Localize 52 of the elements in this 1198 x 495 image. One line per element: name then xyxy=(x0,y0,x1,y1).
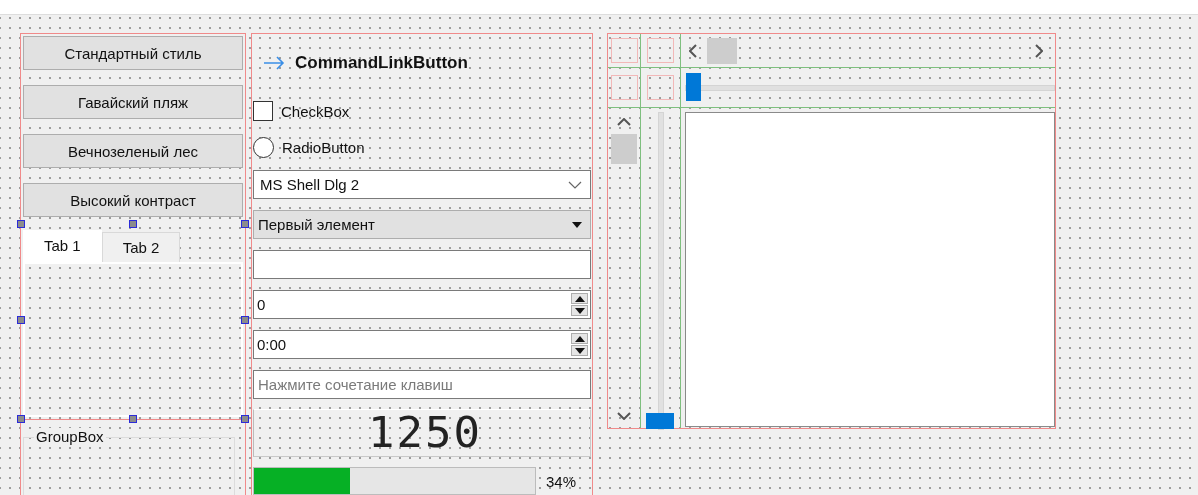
spacer-marker xyxy=(647,75,674,100)
chevron-up-icon xyxy=(617,118,631,126)
scrollbar-thumb[interactable] xyxy=(707,37,737,64)
triangle-up-icon xyxy=(574,335,585,342)
chevron-left-icon xyxy=(689,43,697,58)
scrollbar-thumb[interactable] xyxy=(611,134,637,164)
spin-box[interactable]: 0:00 xyxy=(253,330,591,359)
style-button[interactable]: Стандартный стиль xyxy=(23,36,243,70)
command-link-button[interactable]: CommandLinkButton xyxy=(253,34,468,82)
slider-handle[interactable] xyxy=(645,413,674,429)
selection-handle[interactable] xyxy=(17,415,25,423)
tab[interactable]: Tab 1 xyxy=(23,230,102,262)
style-button[interactable]: Гавайский пляж xyxy=(23,85,243,119)
selection-handle[interactable] xyxy=(129,220,137,228)
vertical-scrollbar[interactable] xyxy=(608,108,641,428)
spacer-marker xyxy=(610,38,638,63)
progress-text: 34% xyxy=(546,472,577,490)
spin-up-button[interactable] xyxy=(571,293,588,304)
chevron-down-icon xyxy=(568,180,582,189)
spin-box[interactable]: 0 xyxy=(253,290,591,319)
slider-handle[interactable] xyxy=(686,72,701,101)
selection-handle[interactable] xyxy=(17,220,25,228)
font-combo-box[interactable]: MS Shell Dlg 2 xyxy=(253,170,591,199)
caret-down-icon xyxy=(572,221,582,228)
triangle-down-icon xyxy=(574,347,585,354)
chevron-down-icon xyxy=(617,412,631,420)
radio-button-label: RadioButton xyxy=(282,138,365,156)
selection-handle[interactable] xyxy=(241,220,249,228)
key-sequence-field[interactable]: Нажмите сочетание клавиш xyxy=(253,370,591,399)
text-field[interactable] xyxy=(253,250,591,279)
arrow-right-icon xyxy=(263,56,285,70)
combo-box[interactable]: Первый элемент xyxy=(253,210,591,239)
radio-button[interactable] xyxy=(253,136,274,158)
tab[interactable]: Tab 2 xyxy=(101,232,181,262)
selection-handle[interactable] xyxy=(129,415,137,423)
spin-down-button[interactable] xyxy=(571,345,588,356)
spin-up-button[interactable] xyxy=(571,333,588,344)
spacer-marker xyxy=(610,75,638,100)
selection-handle[interactable] xyxy=(241,415,249,423)
checkbox[interactable] xyxy=(253,101,273,121)
lcd-number: 1250 xyxy=(368,412,482,454)
spacer-marker xyxy=(647,38,674,63)
style-button[interactable]: Высокий контраст xyxy=(23,183,243,217)
selection-handle[interactable] xyxy=(241,316,249,324)
selection-handle[interactable] xyxy=(17,316,25,324)
chevron-right-icon xyxy=(1035,43,1043,58)
style-button[interactable]: Вечнозеленый лес xyxy=(23,134,243,168)
group-box-title: GroupBox xyxy=(34,428,106,445)
triangle-down-icon xyxy=(574,307,585,314)
spin-down-button[interactable] xyxy=(571,305,588,316)
triangle-up-icon xyxy=(574,295,585,302)
checkbox-label: CheckBox xyxy=(281,102,350,120)
